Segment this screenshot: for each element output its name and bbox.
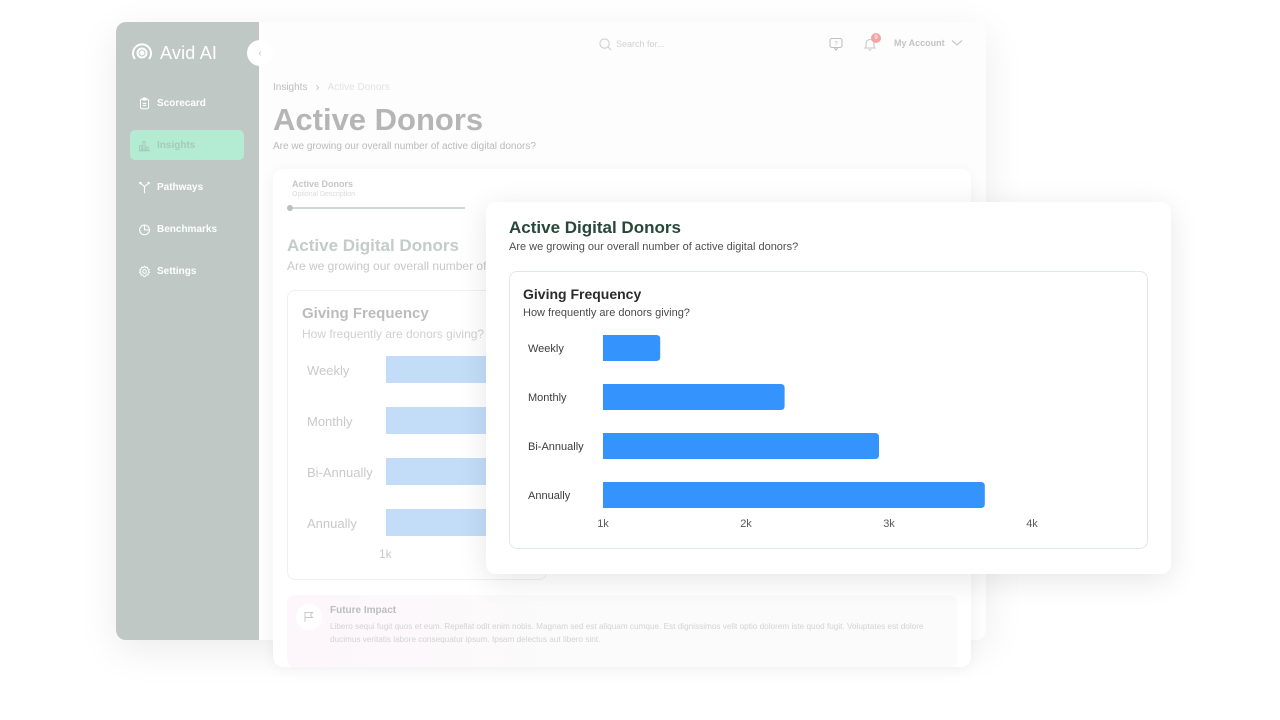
giving-frequency-chart: Weekly Monthly Bi-Annually Annually 1k 2k 3k 4k <box>528 335 1038 530</box>
gear-icon <box>138 264 151 277</box>
card-title: Active Digital Donors <box>509 218 681 237</box>
stage: Avid AI Scorecard Insights Pathways Benc… <box>0 0 1280 720</box>
chevron-left-icon: ‹ <box>258 47 262 59</box>
search-icon <box>599 37 612 50</box>
sidebar-item-label: Pathways <box>157 181 204 193</box>
collapse-sidebar-button[interactable]: ‹ <box>247 40 273 66</box>
page-title: Active Donors <box>273 102 484 137</box>
topbar: Search for... ? 9 My Account <box>259 30 986 58</box>
x-tick-label: 1k <box>597 518 609 530</box>
background-row-label: Weekly <box>307 363 350 378</box>
notification-badge: 9 <box>871 33 881 43</box>
future-impact-title: Future Impact <box>330 605 397 616</box>
tab-progress-dot <box>287 205 293 211</box>
svg-text:?: ? <box>834 42 838 48</box>
background-chart-title: Giving Frequency <box>302 305 429 322</box>
avid-logo-icon <box>132 43 152 60</box>
x-tick-label: 2k <box>740 518 752 530</box>
search-placeholder: Search for... <box>616 39 665 49</box>
bar-weekly[interactable] <box>603 335 661 361</box>
bar-chart-icon <box>138 140 151 151</box>
tab-progress-track <box>290 207 465 209</box>
sidebar-item-pathways[interactable]: Pathways <box>130 172 244 202</box>
category-label: Monthly <box>528 392 567 404</box>
background-row-label: Bi-Annually <box>307 465 373 480</box>
branch-icon <box>139 181 150 193</box>
chevron-down-icon <box>951 40 963 46</box>
category-label: Weekly <box>528 343 564 355</box>
sidebar-nav: Scorecard Insights Pathways Benchmarks S… <box>130 88 244 298</box>
logo-text: Avid AI <box>160 42 218 63</box>
category-label: Bi-Annually <box>528 441 584 453</box>
sidebar-item-label: Settings <box>157 265 197 277</box>
background-chart-subtitle: How frequently are donors giving? <box>302 327 485 341</box>
sidebar-item-label: Insights <box>157 139 196 151</box>
background-row-label: Monthly <box>307 414 353 429</box>
tab-description: Optional Description <box>292 191 356 198</box>
section-title: Active Digital Donors <box>287 236 459 255</box>
bar-annually[interactable] <box>603 482 985 508</box>
breadcrumb-item-current: Active Donors <box>327 81 390 93</box>
logo[interactable]: Avid AI <box>130 41 217 65</box>
sidebar-item-label: Scorecard <box>157 97 206 109</box>
bar-monthly[interactable] <box>603 384 785 410</box>
page-subtitle: Are we growing our overall number of act… <box>273 141 536 152</box>
category-label: Annually <box>528 490 571 502</box>
breadcrumb-item-insights[interactable]: Insights <box>273 82 307 93</box>
sidebar-item-label: Benchmarks <box>157 223 218 235</box>
x-tick-label: 4k <box>1026 518 1038 530</box>
pie-chart-icon <box>139 224 150 235</box>
flag-icon <box>304 612 314 622</box>
chevron-right-icon: › <box>315 80 320 94</box>
card-subtitle: Are we growing our overall number of act… <box>509 241 799 253</box>
background-row-label: Annually <box>307 516 357 531</box>
background-tick-label: 1k <box>379 547 392 561</box>
account-label: My Account <box>894 38 945 48</box>
bar-bi-annually[interactable] <box>603 433 879 459</box>
active-digital-donors-card: Active Digital Donors Are we growing our… <box>486 202 1171 574</box>
future-impact-text: Libero sequi fugit quos et eum. Repellat… <box>330 622 924 644</box>
sidebar: Avid AI Scorecard Insights Pathways Benc… <box>116 22 259 640</box>
sidebar-item-scorecard[interactable]: Scorecard <box>130 88 244 118</box>
account-menu[interactable]: My Account <box>894 38 963 48</box>
giving-frequency-chart-card: Giving Frequency How frequently are dono… <box>509 271 1148 549</box>
sidebar-item-benchmarks[interactable]: Benchmarks <box>130 214 244 244</box>
clipboard-icon <box>139 97 150 109</box>
search-input[interactable]: Search for... <box>599 34 799 54</box>
tab-active-donors[interactable]: Active Donors <box>292 179 353 189</box>
future-impact-box: Future Impact Libero sequi fugit quos et… <box>287 595 957 667</box>
sidebar-item-insights[interactable]: Insights <box>130 130 244 160</box>
breadcrumb: Insights › Active Donors <box>273 80 390 94</box>
sidebar-item-settings[interactable]: Settings <box>130 256 244 286</box>
flag-icon-wrap <box>296 604 322 630</box>
x-tick-label: 3k <box>883 518 895 530</box>
help-chat-icon[interactable]: ? <box>829 37 843 51</box>
